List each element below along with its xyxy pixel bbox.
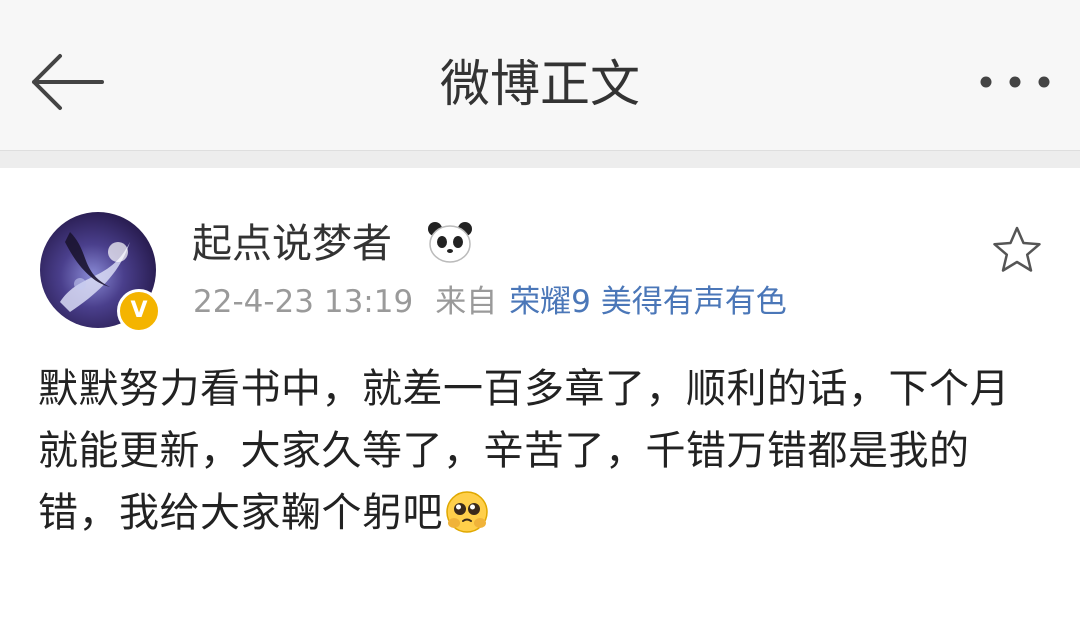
more-button[interactable]	[970, 60, 1060, 104]
more-dots-icon	[980, 76, 1050, 88]
post-meta: 22-4-23 13:19 来自 荣耀9 美得有声有色	[193, 280, 787, 324]
post-source-link[interactable]: 荣耀9 美得有声有色	[509, 284, 787, 320]
panda-icon	[426, 220, 474, 264]
favorite-button[interactable]	[990, 224, 1044, 276]
section-divider	[0, 151, 1080, 168]
top-navigation-bar: 微博正文	[0, 0, 1080, 151]
star-outline-icon	[993, 226, 1041, 272]
from-label: 来自	[435, 284, 498, 320]
verified-badge: V	[117, 289, 161, 333]
pleading-face-emoji-icon	[445, 490, 489, 534]
post-body: 默默努力看书中，就差一百多章了，顺利的话，下个月就能更新，大家久等了，辛苦了，千…	[38, 358, 1038, 544]
page-title: 微博正文	[440, 55, 640, 113]
post-text: 默默努力看书中，就差一百多章了，顺利的话，下个月就能更新，大家久等了，辛苦了，千…	[38, 366, 1010, 536]
author-name[interactable]: 起点说梦者	[192, 218, 392, 270]
post-card: V 起点说梦者 22-4-23 13:19 来自 荣耀9 美得有声有色 默默努力看书…	[0, 168, 1080, 619]
post-timestamp: 22-4-23 13:19	[193, 284, 414, 320]
